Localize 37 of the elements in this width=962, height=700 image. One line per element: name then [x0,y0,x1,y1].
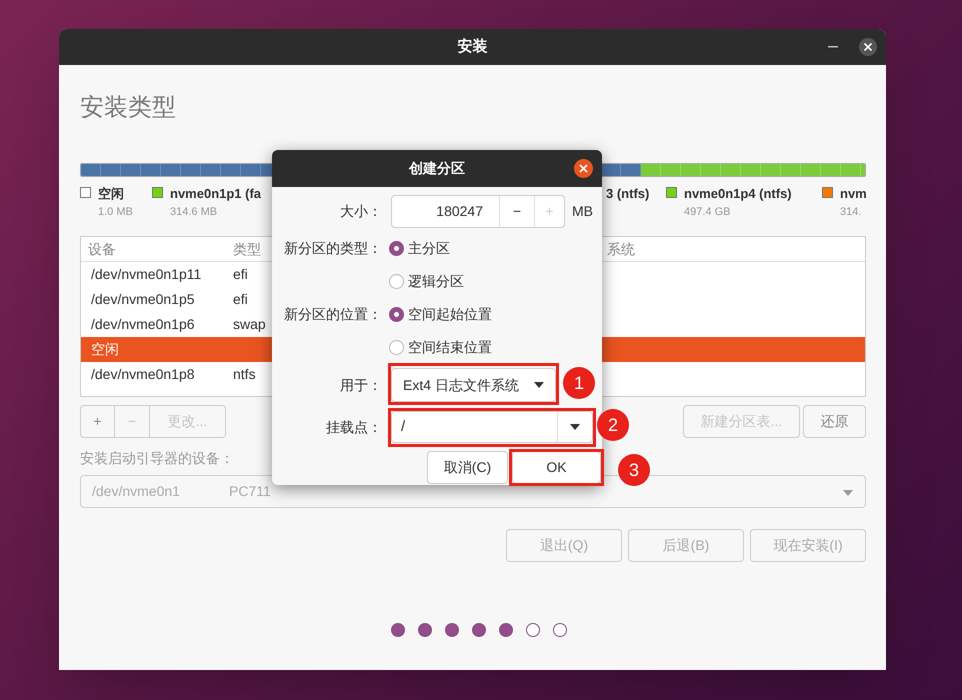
legend-label: 3 (ntfs) [606,185,650,203]
table-cell-text: efi [233,290,248,309]
device-path: /dev/nvme0n1 [92,482,181,501]
bootloader-label: 安装启动引导器的设备： [80,449,234,468]
legend-label: nvm [840,185,866,203]
step-number: 1 [563,367,595,399]
use-as-label: 用于： [339,376,382,394]
step-number: 2 [597,409,629,441]
dialog-title: 创建分区 [409,159,465,178]
size-value: 180247 [435,202,484,221]
column-header: 系统 [607,240,635,256]
table-cell-text: ntfs [233,365,256,384]
legend-size: 314.6 MB [170,204,218,220]
size-label: 大小： [339,202,382,221]
size-unit: MB [572,202,593,221]
column-header: 设备 [88,240,116,256]
legend-label: 空闲 [98,185,125,203]
legend-label: nvme0n1p1 (fa [170,185,262,203]
column-header: 类型 [233,240,261,256]
table-cell: /dev/nvme0n1p5 [91,291,195,307]
mount-point-label: 挂载点： [325,418,382,436]
page-heading: 安装类型 [80,93,177,122]
table-cell: /dev/nvme0n1p6 [91,316,195,332]
legend-size: 497.4 GB [684,204,732,220]
step-number: 3 [618,454,650,486]
window-title: 安装 [458,36,488,57]
table-cell-text: swap [233,315,266,334]
legend-size: 314. [840,204,862,220]
partition-location-label: 新分区的位置： [283,305,382,324]
table-cell: /dev/nvme0n1p8 [91,366,195,382]
legend-label: nvme0n1p4 (ntfs) [684,185,792,203]
legend-size: 1.0 MB [98,204,133,220]
table-cell: /dev/nvme0n1p11 [91,266,202,282]
table-cell-text: efi [233,265,248,284]
partition-type-label: 新分区的类型： [283,239,382,258]
device-model: PC711 [229,482,271,501]
table-cell: 空闲 [91,341,119,357]
